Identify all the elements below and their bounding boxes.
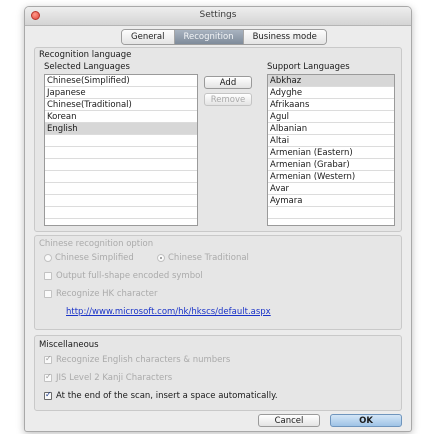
- language-row[interactable]: Korean: [45, 111, 197, 123]
- chinese-traditional-label: Chinese Traditional: [168, 253, 249, 263]
- recognition-language-group: Recognition language Selected Languages …: [34, 47, 402, 232]
- empty-row: [45, 207, 197, 219]
- tab-business-mode[interactable]: Business mode: [243, 30, 326, 44]
- language-row[interactable]: Chinese(Simplified): [45, 75, 197, 87]
- language-row[interactable]: Afrikaans: [268, 99, 394, 111]
- empty-row: [45, 135, 197, 147]
- hk-character-checkbox[interactable]: [44, 289, 52, 298]
- language-row[interactable]: Abkhaz: [268, 75, 394, 87]
- empty-row: [268, 207, 394, 219]
- insert-space-checkbox[interactable]: [44, 390, 52, 400]
- miscellaneous-heading: Miscellaneous: [39, 340, 99, 350]
- language-row[interactable]: Altai: [268, 135, 394, 147]
- language-row[interactable]: Armenian (Western): [268, 171, 394, 183]
- window-title: Settings: [199, 10, 237, 20]
- title-bar[interactable]: Settings: [25, 7, 411, 26]
- recognition-language-heading: Recognition language: [39, 50, 132, 60]
- jis-kanji-option[interactable]: JIS Level 2 Kanji Characters: [44, 372, 173, 383]
- selected-languages-list[interactable]: Chinese(Simplified) Japanese Chinese(Tradi…: [44, 74, 198, 226]
- language-row[interactable]: Japanese: [45, 87, 197, 99]
- empty-row: [45, 183, 197, 195]
- english-numbers-label: Recognize English characters & numbers: [56, 355, 231, 365]
- settings-window: Settings General Recognition Business mo…: [24, 6, 412, 432]
- language-row[interactable]: Aymara: [268, 195, 394, 207]
- tab-general[interactable]: General: [122, 30, 175, 44]
- selected-languages-header: Selected Languages: [44, 62, 130, 72]
- empty-row: [45, 159, 197, 171]
- add-button[interactable]: Add: [204, 76, 252, 89]
- chinese-simplified-label: Chinese Simplified: [55, 253, 134, 263]
- english-numbers-option[interactable]: Recognize English characters & numbers: [44, 354, 231, 365]
- tab-recognition[interactable]: Recognition: [174, 30, 244, 44]
- empty-row: [45, 171, 197, 183]
- chinese-simplified-option[interactable]: Chinese Simplified: [44, 253, 134, 263]
- hkscs-link[interactable]: http://www.microsoft.com/hk/hkscs/defaul…: [66, 307, 271, 317]
- language-row[interactable]: Adyghe: [268, 87, 394, 99]
- cancel-button[interactable]: Cancel: [258, 414, 320, 427]
- chinese-traditional-option[interactable]: Chinese Traditional: [157, 253, 249, 263]
- chinese-traditional-radio[interactable]: [157, 253, 165, 262]
- empty-row: [45, 147, 197, 159]
- language-row[interactable]: Armenian (Grabar): [268, 159, 394, 171]
- full-shape-label: Output full-shape encoded symbol: [56, 271, 203, 281]
- full-shape-option[interactable]: Output full-shape encoded symbol: [44, 271, 203, 281]
- chinese-options-heading: Chinese recognition option: [39, 239, 154, 249]
- language-row[interactable]: Agul: [268, 111, 394, 123]
- full-shape-checkbox[interactable]: [44, 271, 52, 280]
- language-row[interactable]: Chinese(Traditional): [45, 99, 197, 111]
- language-row[interactable]: Armenian (Eastern): [268, 147, 394, 159]
- chinese-simplified-radio[interactable]: [44, 253, 52, 262]
- insert-space-option[interactable]: At the end of the scan, insert a space a…: [44, 390, 278, 401]
- miscellaneous-group: Miscellaneous Recognize English characte…: [34, 335, 402, 411]
- language-row[interactable]: Avar: [268, 183, 394, 195]
- hk-character-label: Recognize HK character: [56, 289, 158, 299]
- empty-row: [45, 195, 197, 207]
- language-row[interactable]: English: [45, 123, 197, 135]
- hk-character-option[interactable]: Recognize HK character: [44, 289, 158, 299]
- support-languages-list[interactable]: Abkhaz Adyghe Afrikaans Agul Albanian Altai Ar…: [267, 74, 395, 226]
- ok-button[interactable]: OK: [330, 414, 402, 427]
- chinese-options-group: Chinese recognition option Chinese Simpl…: [34, 235, 402, 330]
- tab-bar: General Recognition Business mode: [121, 29, 327, 45]
- language-row[interactable]: Albanian: [268, 123, 394, 135]
- remove-button[interactable]: Remove: [204, 93, 252, 106]
- jis-kanji-checkbox[interactable]: [44, 372, 52, 382]
- support-languages-header: Support Languages: [267, 62, 350, 72]
- jis-kanji-label: JIS Level 2 Kanji Characters: [56, 373, 173, 383]
- english-numbers-checkbox[interactable]: [44, 354, 52, 364]
- insert-space-label: At the end of the scan, insert a space a…: [56, 391, 278, 401]
